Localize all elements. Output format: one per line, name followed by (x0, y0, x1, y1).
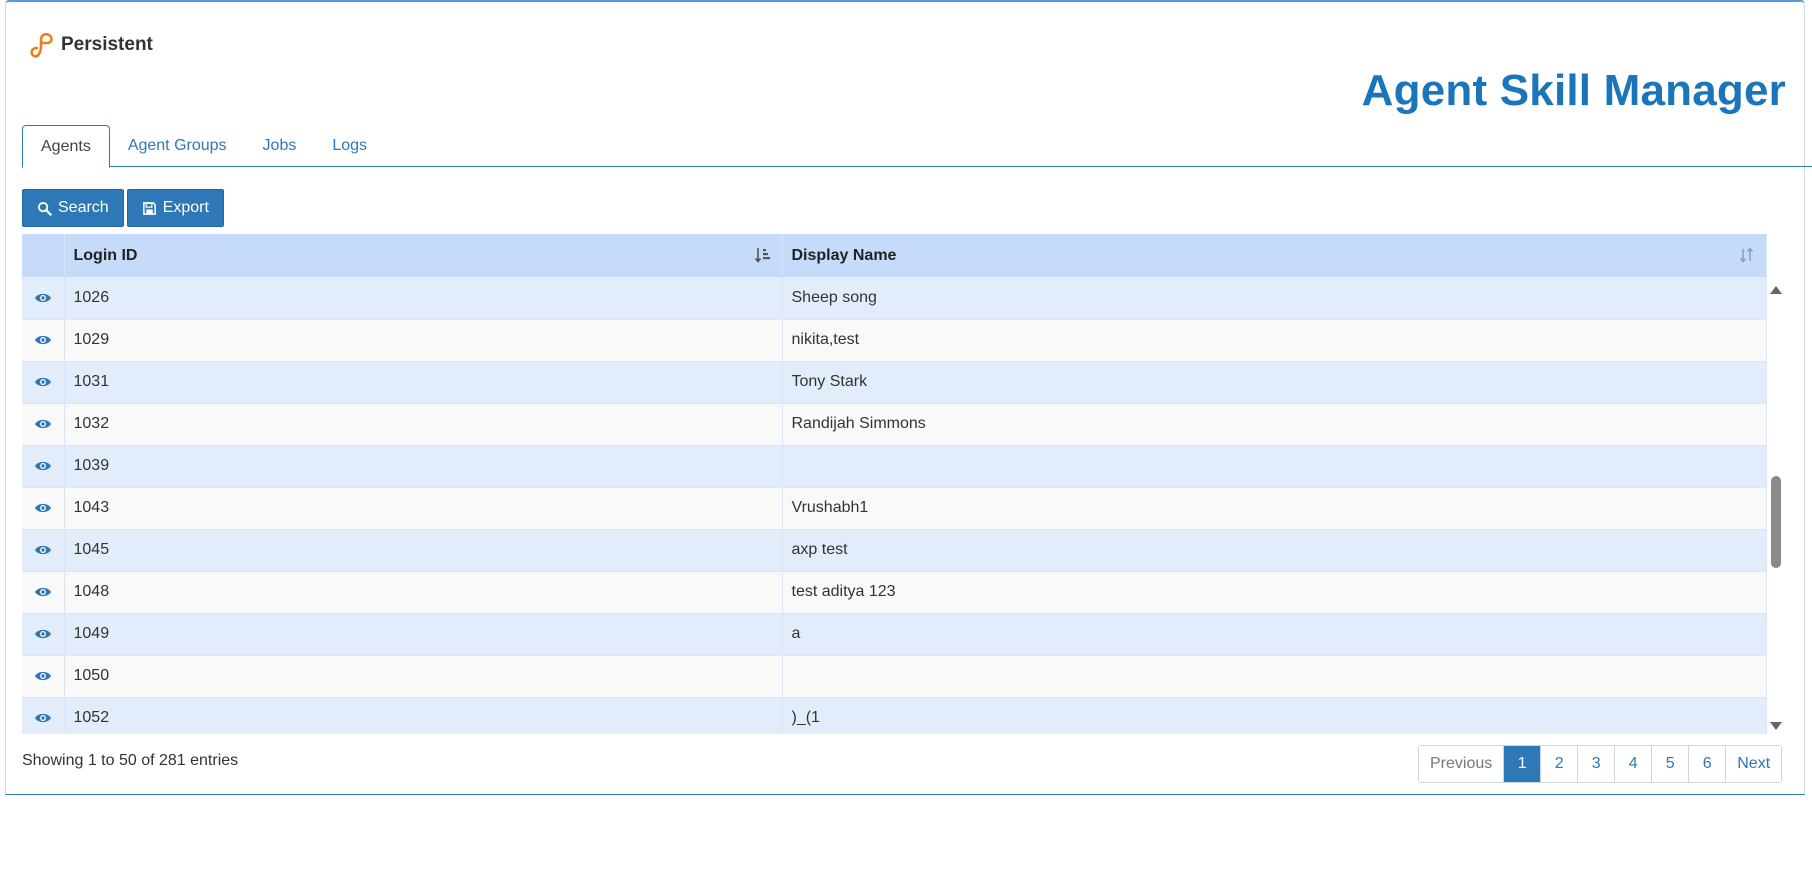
tab-agents[interactable]: Agents (22, 125, 110, 168)
search-button[interactable]: Search (22, 189, 124, 227)
view-button[interactable] (22, 403, 65, 446)
export-button-label: Export (162, 199, 209, 216)
table-row: 1043 Vrushabh1 (22, 487, 1767, 530)
eye-icon (34, 377, 51, 387)
column-header-display-name[interactable]: Display Name (782, 234, 1767, 277)
column-header-label: Display Name (791, 246, 897, 264)
tab-agent-groups[interactable]: Agent Groups (110, 125, 245, 167)
view-button[interactable] (22, 613, 65, 656)
search-button-label: Search (58, 199, 109, 216)
page-button-6[interactable]: 6 (1689, 746, 1727, 782)
table-body: 1026 Sheep song 1029 nikita,test 1031 To… (22, 277, 1767, 734)
view-column-header (22, 234, 65, 277)
tab-logs[interactable]: Logs (314, 125, 385, 167)
eye-icon (34, 293, 51, 302)
display-name-cell: axp test (782, 529, 1767, 572)
eye-icon (34, 629, 51, 639)
display-name-cell: Vrushabh1 (782, 487, 1767, 530)
display-name-cell: nikita,test (782, 319, 1767, 362)
login-id-cell: 1049 (64, 613, 783, 656)
eye-icon (34, 713, 51, 723)
display-name-cell: Tony Stark (782, 361, 1767, 404)
eye-icon (34, 587, 51, 597)
view-button[interactable] (22, 697, 65, 734)
view-button[interactable] (22, 571, 65, 614)
login-id-cell: 1031 (64, 361, 783, 404)
column-header-login-id[interactable]: Login ID (64, 234, 783, 277)
table-row: 1052 )_(1 (22, 697, 1767, 734)
login-id-cell: 1045 (64, 529, 783, 572)
export-button[interactable]: Export (126, 189, 224, 227)
eye-icon (34, 671, 51, 681)
persistent-logo-icon (30, 32, 53, 58)
eye-icon (34, 545, 51, 555)
table-row: 1049 a (22, 613, 1767, 656)
login-id-cell: 1050 (64, 655, 783, 698)
view-button[interactable] (22, 655, 65, 698)
page-button-5[interactable]: 5 (1652, 746, 1690, 782)
view-button[interactable] (22, 529, 65, 572)
eye-icon (34, 503, 51, 513)
next-page-button[interactable]: Next (1726, 746, 1782, 782)
table-row: 1031 Tony Stark (22, 361, 1767, 404)
view-button[interactable] (22, 445, 65, 488)
table-row: 1029 nikita,test (22, 319, 1767, 362)
view-button[interactable] (22, 277, 65, 320)
view-button[interactable] (22, 361, 65, 404)
tab-jobs[interactable]: Jobs (245, 125, 315, 167)
logo: Persistent (27, 30, 153, 60)
table-row: 1039 (22, 445, 1767, 488)
table-row: 1050 (22, 655, 1767, 698)
view-button[interactable] (22, 487, 65, 530)
previous-page-button[interactable]: Previous (1419, 746, 1505, 782)
page-button-3[interactable]: 3 (1578, 746, 1616, 782)
page-button-1[interactable]: 1 (1504, 746, 1542, 782)
login-id-cell: 1032 (64, 403, 783, 446)
logo-text: Persistent (61, 34, 153, 55)
column-header-label: Login ID (73, 246, 138, 264)
scroll-down-arrow-icon[interactable] (1770, 722, 1782, 730)
eye-icon (34, 419, 51, 429)
table-row: 1048 test aditya 123 (22, 571, 1767, 614)
sort-ascending-icon (754, 248, 770, 263)
scroll-thumb[interactable] (1771, 476, 1781, 568)
login-id-cell: 1043 (64, 487, 783, 530)
table-info: Showing 1 to 50 of 281 entries (22, 752, 239, 769)
table-row: 1045 axp test (22, 529, 1767, 572)
display-name-cell: Sheep song (782, 277, 1767, 320)
display-name-cell (782, 445, 1767, 488)
display-name-cell: test aditya 123 (782, 571, 1767, 614)
eye-icon (34, 461, 51, 471)
page-button-4[interactable]: 4 (1615, 746, 1653, 782)
agents-table: Login ID Display Name 1026 Sheep song 10… (22, 234, 1767, 734)
display-name-cell: Randijah Simmons (782, 403, 1767, 446)
table-scrollbar[interactable] (1767, 280, 1785, 736)
save-icon (142, 201, 156, 215)
table-row: 1026 Sheep song (22, 277, 1767, 320)
pagination: Previous 1 2 3 4 5 6 Next (1418, 745, 1783, 783)
login-id-cell: 1026 (64, 277, 783, 320)
login-id-cell: 1048 (64, 571, 783, 614)
sort-both-icon (1739, 247, 1754, 263)
page-button-2[interactable]: 2 (1541, 746, 1579, 782)
display-name-cell: )_(1 (782, 697, 1767, 734)
search-icon (37, 201, 52, 216)
login-id-cell: 1052 (64, 697, 783, 734)
eye-icon (34, 335, 51, 345)
display-name-cell (782, 655, 1767, 698)
table-row: 1032 Randijah Simmons (22, 403, 1767, 446)
table-header-row: Login ID Display Name (22, 234, 1767, 277)
agents-table-container: Login ID Display Name 1026 Sheep song 10… (22, 234, 1767, 734)
app-title: Agent Skill Manager (1361, 66, 1786, 115)
toolbar: Search Export (22, 189, 224, 227)
view-button[interactable] (22, 319, 65, 362)
scroll-up-arrow-icon[interactable] (1770, 286, 1782, 294)
display-name-cell: a (782, 613, 1767, 656)
login-id-cell: 1039 (64, 445, 783, 488)
tab-bar: Agents Agent Groups Jobs Logs (22, 125, 1812, 168)
login-id-cell: 1029 (64, 319, 783, 362)
